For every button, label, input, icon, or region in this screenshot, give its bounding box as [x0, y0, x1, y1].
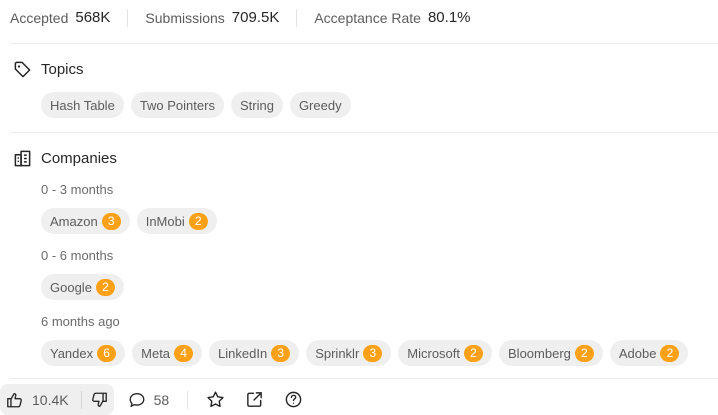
company-name: Bloomberg — [508, 345, 571, 361]
divider — [10, 132, 718, 133]
help-icon — [285, 391, 302, 408]
company-name: LinkedIn — [218, 345, 268, 361]
comments-button[interactable]: 58 — [128, 391, 170, 409]
company-chip[interactable]: Google 2 — [41, 274, 124, 300]
count-badge: 2 — [660, 344, 680, 362]
submissions-value: 709.5K — [231, 9, 280, 26]
acceptance-rate-value: 80.1% — [427, 9, 471, 26]
company-list: Google 2 — [41, 274, 131, 300]
divider — [187, 390, 189, 409]
company-chip[interactable]: Adobe 2 — [609, 340, 689, 366]
count-badge: 2 — [574, 344, 594, 362]
divider — [127, 8, 129, 27]
star-icon — [207, 391, 224, 408]
share-icon — [247, 392, 263, 407]
company-name: Amazon — [50, 213, 98, 229]
like-button[interactable]: 10.4K — [6, 391, 69, 409]
company-chip[interactable]: Microsoft 2 — [398, 340, 493, 366]
count-badge: 3 — [271, 344, 291, 362]
count-badge: 2 — [95, 278, 115, 296]
count-badge: 3 — [363, 344, 383, 362]
company-chip[interactable]: Sprinklr 3 — [306, 340, 392, 366]
topic-chip[interactable]: Hash Table — [41, 92, 124, 118]
count-badge: 4 — [174, 344, 194, 362]
topic-chip[interactable]: String — [230, 92, 283, 118]
stat-submissions: Submissions 709.5K — [145, 9, 279, 26]
topics-list: Hash Table Two Pointers String Greedy — [41, 92, 358, 118]
acceptance-rate-label: Acceptance Rate — [314, 9, 421, 26]
favorite-button[interactable] — [206, 390, 225, 409]
accepted-label: Accepted — [10, 9, 69, 26]
companies-header[interactable]: Companies — [13, 149, 117, 168]
company-name: Sprinklr — [315, 345, 360, 361]
company-name: InMobi — [145, 213, 185, 229]
company-chip[interactable]: Bloomberg 2 — [499, 340, 603, 366]
submissions-label: Submissions — [145, 9, 225, 26]
count-badge: 3 — [101, 212, 121, 230]
company-name: Meta — [141, 345, 171, 361]
building-icon — [14, 150, 31, 167]
stats-bar: Accepted 568K Submissions 709.5K Accepta… — [0, 0, 471, 35]
topic-chip[interactable]: Two Pointers — [130, 92, 224, 118]
stat-accepted: Accepted 568K — [10, 9, 110, 26]
divider — [296, 8, 298, 27]
share-button[interactable] — [245, 390, 264, 409]
period-label: 0 - 6 months — [41, 248, 114, 263]
divider — [10, 378, 718, 379]
count-badge: 2 — [464, 344, 484, 362]
help-button[interactable] — [284, 390, 303, 409]
count-badge: 6 — [97, 344, 117, 362]
stat-acceptance-rate: Acceptance Rate 80.1% — [314, 9, 470, 26]
topics-title: Topics — [41, 61, 84, 78]
period-label: 0 - 3 months — [41, 182, 114, 197]
comment-icon — [129, 392, 145, 407]
thumbs-up-icon — [7, 392, 22, 407]
vote-group: 10.4K — [0, 384, 114, 415]
company-chip[interactable]: LinkedIn 3 — [209, 340, 300, 366]
accepted-value: 568K — [75, 9, 111, 26]
comment-count: 58 — [153, 391, 170, 408]
thumbs-down-icon — [91, 392, 107, 407]
topic-chip[interactable]: Greedy — [289, 92, 351, 118]
company-name: Yandex — [50, 345, 94, 361]
divider — [80, 390, 82, 409]
company-chip[interactable]: Yandex 6 — [41, 340, 126, 366]
topics-header[interactable]: Topics — [13, 60, 84, 79]
company-name: Adobe — [618, 345, 657, 361]
count-badge: 2 — [188, 212, 208, 230]
company-name: Microsoft — [407, 345, 461, 361]
period-label: 6 months ago — [41, 314, 120, 329]
companies-title: Companies — [41, 150, 117, 167]
company-name: Google — [50, 279, 92, 295]
tag-icon — [14, 61, 31, 78]
dislike-button[interactable] — [88, 391, 110, 409]
company-chip[interactable]: Amazon 3 — [41, 208, 130, 234]
like-count: 10.4K — [32, 391, 69, 408]
action-bar: 10.4K 58 — [0, 384, 718, 415]
divider — [10, 43, 718, 44]
company-chip[interactable]: Meta 4 — [132, 340, 203, 366]
company-list: Amazon 3 InMobi 2 — [41, 208, 224, 234]
company-chip[interactable]: InMobi 2 — [136, 208, 217, 234]
company-list: Yandex 6 Meta 4 LinkedIn 3 Sprinklr 3 Micros… — [41, 340, 695, 366]
